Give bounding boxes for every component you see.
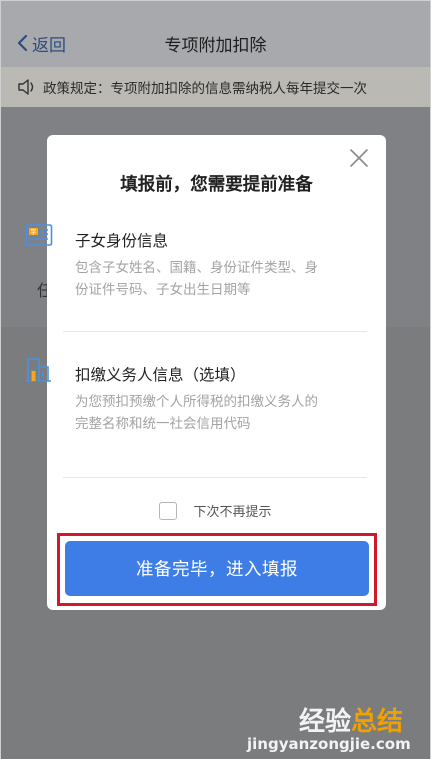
watermark-url: jingyanzongjie.com	[247, 735, 411, 753]
speaker-icon	[18, 79, 34, 95]
notice-text: 政策规定：专项附加扣除的信息需纳税人每年提交一次	[43, 81, 367, 97]
dont-show-again-label: 下次不再提示	[193, 505, 272, 520]
section-heading: 子女身份信息	[75, 232, 169, 250]
highlight-box	[57, 533, 377, 606]
screen: 返回 专项附加扣除 政策规定：专项附加扣除的信息需纳税人每年提交一次 任 填报前…	[0, 0, 431, 759]
dialog-title: 填报前，您需要提前准备	[120, 175, 313, 195]
watermark-logo: 经验总结	[299, 701, 403, 738]
policy-notice: 政策规定：专项附加扣除的信息需纳税人每年提交一次	[1, 67, 430, 107]
page-title: 专项附加扣除	[164, 36, 267, 56]
watermark-logo-accent: 总结	[351, 707, 404, 737]
close-icon[interactable]	[348, 147, 370, 169]
section-description: 包含子女姓名、国籍、身份证件类型、身份证件号码、子女出生日期等	[75, 260, 318, 298]
nav-bar: 返回 专项附加扣除	[1, 1, 430, 67]
student-badge-text: 学	[30, 228, 36, 236]
section-heading: 扣缴义务人信息（选填）	[75, 366, 246, 384]
divider	[63, 477, 367, 478]
dont-show-again-checkbox[interactable]	[159, 501, 178, 520]
building-icon	[26, 358, 51, 382]
watermark-logo-prefix: 经验	[299, 707, 352, 737]
student-card-icon: 学	[25, 224, 53, 246]
section-description: 为您预扣预缴个人所得税的扣缴义务人的完整名称和统一社会信用代码	[75, 394, 318, 432]
dont-show-again-row[interactable]: 下次不再提示	[1, 501, 430, 520]
divider	[63, 331, 367, 332]
